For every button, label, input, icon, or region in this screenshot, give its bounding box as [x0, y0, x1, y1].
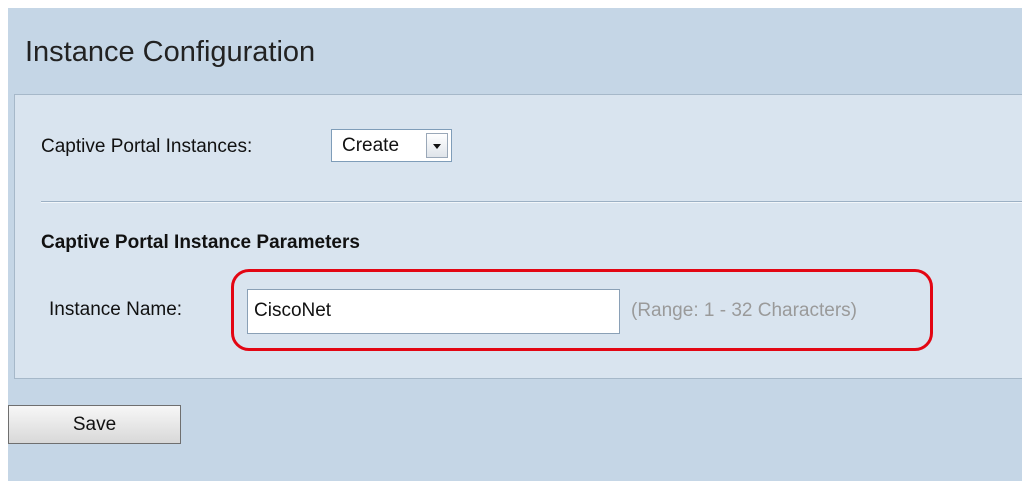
parameters-section-title: Captive Portal Instance Parameters [41, 232, 360, 253]
save-button[interactable]: Save [8, 405, 181, 444]
highlight-outline [231, 269, 933, 351]
page-title: Instance Configuration [25, 36, 316, 68]
configuration-panel: Captive Portal Instances: Create Captive… [14, 94, 1022, 379]
captive-portal-instances-label: Captive Portal Instances: [41, 136, 253, 157]
captive-portal-instances-select[interactable]: Create [331, 129, 452, 162]
select-value: Create [342, 135, 400, 156]
chevron-down-icon[interactable] [426, 133, 448, 158]
instance-name-label: Instance Name: [49, 299, 183, 320]
section-divider [41, 201, 1022, 203]
